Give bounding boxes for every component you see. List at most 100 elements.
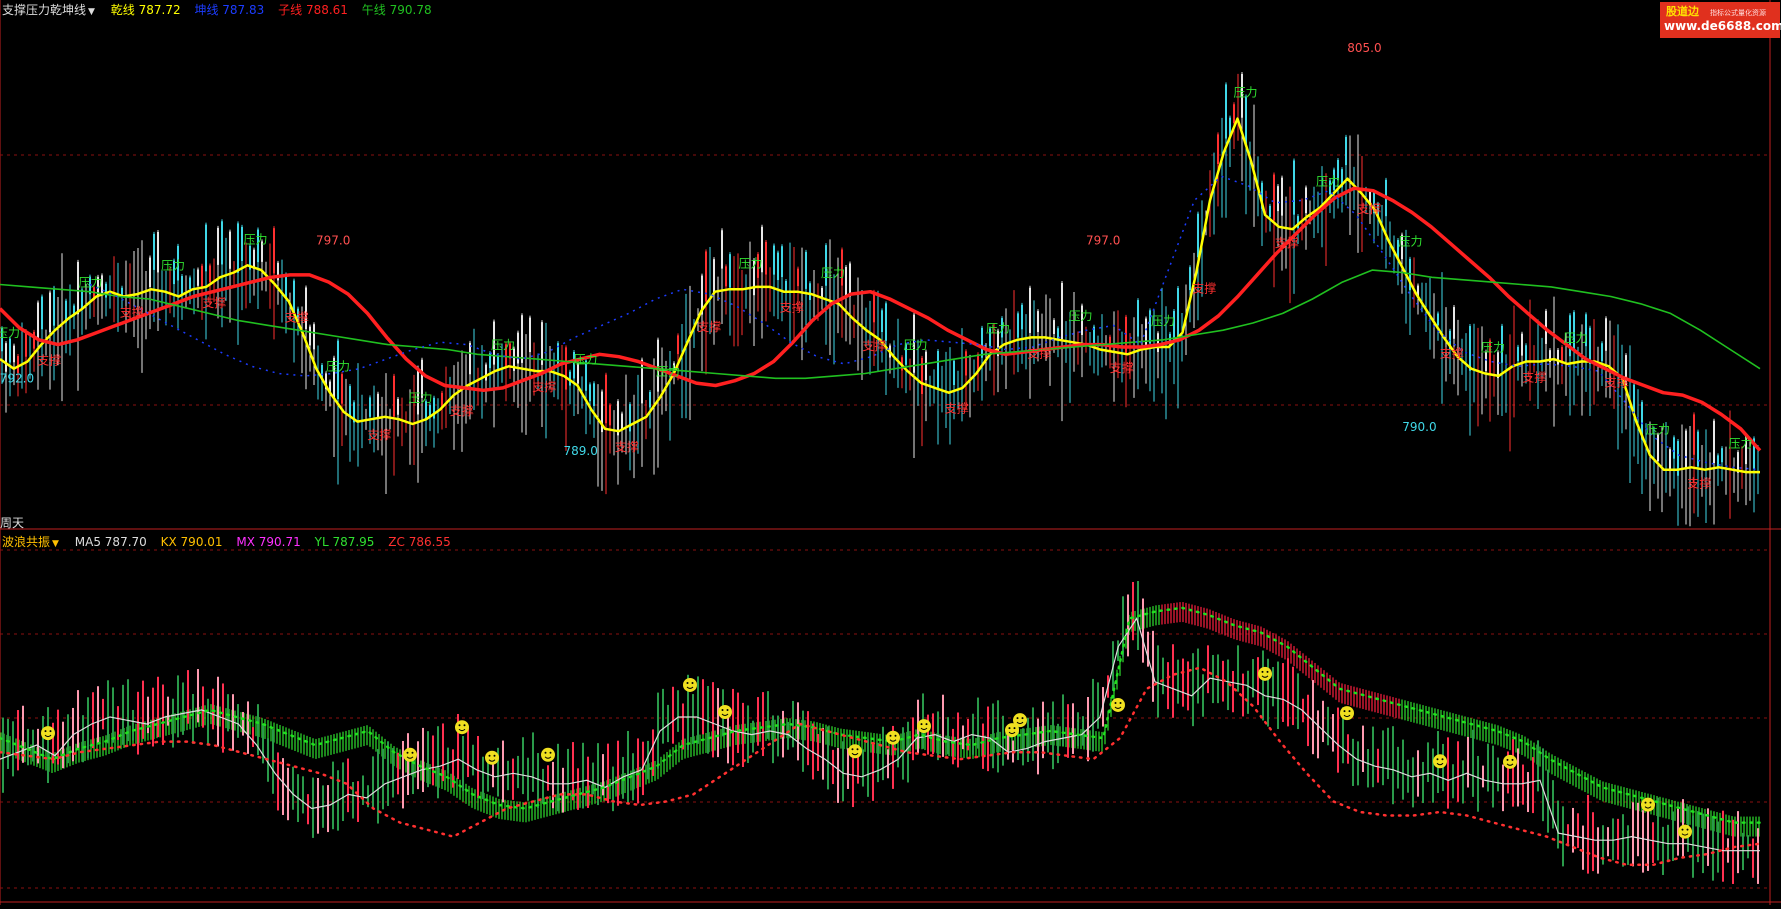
price-bar-body <box>1177 288 1179 337</box>
pressure-label: 压力 <box>161 259 185 273</box>
price-bar-body <box>809 283 811 301</box>
histogram-bar <box>212 688 214 730</box>
upper-indicator-name[interactable]: 支撑压力乾坤线 <box>2 3 86 17</box>
histogram-bar <box>1022 728 1024 766</box>
histogram-bar <box>467 728 469 778</box>
histogram-bar <box>1257 657 1259 706</box>
pressure-label: 压力 <box>1646 422 1670 436</box>
histogram-bar <box>1132 581 1134 641</box>
lower-indicator-name[interactable]: 波浪共振 <box>2 535 50 549</box>
histogram-bar <box>1637 802 1639 857</box>
histogram-bar <box>1037 718 1039 775</box>
high-price-label: 797.0 <box>1086 233 1120 247</box>
price-bar-body <box>429 404 431 417</box>
support-label: 支撑 <box>1192 281 1216 296</box>
chevron-down-icon[interactable]: ▼ <box>88 7 95 17</box>
histogram-bar <box>382 748 384 810</box>
histogram-bar <box>872 742 874 801</box>
smiley-face-icon <box>1503 754 1517 769</box>
histogram-bar <box>1232 670 1234 713</box>
histogram-bar <box>1002 715 1004 766</box>
pressure-label: 压力 <box>79 276 103 290</box>
histogram-bar <box>397 752 399 795</box>
histogram-bar <box>947 717 949 755</box>
histogram-bar <box>1312 680 1314 755</box>
price-bar-body <box>1561 347 1563 363</box>
smiley-eye <box>1008 727 1011 730</box>
histogram-bar <box>572 742 574 801</box>
smiley-face-icon <box>485 750 499 765</box>
smiley-face <box>485 750 499 765</box>
histogram-bar <box>1582 825 1584 870</box>
histogram-bar <box>677 690 679 732</box>
smiley-face <box>1641 797 1655 812</box>
price-bar-body <box>541 322 543 365</box>
price-bar-body <box>5 343 7 372</box>
histogram-bar <box>1672 811 1674 861</box>
histogram-bar <box>842 741 844 802</box>
smiley-eye <box>488 754 491 757</box>
smiley-eye <box>1511 758 1514 761</box>
histogram-bar <box>882 726 884 781</box>
price-bar-body <box>469 342 471 375</box>
histogram-bar <box>1347 734 1349 764</box>
histogram-bar <box>207 698 209 746</box>
price-bar-body <box>209 265 211 283</box>
price-bar-body <box>1017 313 1019 338</box>
histogram-bar <box>862 749 864 787</box>
histogram-bar <box>877 742 879 783</box>
histogram-bar <box>1527 772 1529 813</box>
price-bar-body <box>1293 160 1295 215</box>
histogram-bar <box>1397 746 1399 789</box>
price-bar-body <box>777 252 779 281</box>
histogram-bar <box>717 688 719 758</box>
histogram-bar <box>92 692 94 749</box>
histogram-bar <box>1522 764 1524 805</box>
histogram-bar <box>2 717 4 793</box>
chevron-down-icon[interactable]: ▼ <box>52 539 59 549</box>
smiley-face-icon <box>1641 797 1655 812</box>
histogram-bar <box>1297 673 1299 730</box>
price-bar-body <box>201 265 203 289</box>
price-bar-body <box>1269 205 1271 217</box>
price-bar-body <box>349 386 351 418</box>
price-bar-body <box>105 283 107 298</box>
chart-canvas[interactable]: 压力支撑压力支撑压力支撑压力支撑压力支撑压力支撑压力支撑压力支撑压力支撑压力支撑… <box>0 0 1781 905</box>
support-label: 支撑 <box>285 309 309 324</box>
histogram-bar <box>1162 657 1164 695</box>
histogram-bar <box>1422 761 1424 804</box>
histogram-bar <box>172 698 174 748</box>
smiley-face-icon <box>1013 713 1027 728</box>
histogram-bar <box>1652 822 1654 863</box>
support-label: 支撑 <box>862 338 886 353</box>
histogram-bar <box>1027 717 1029 763</box>
pressure-label: 压力 <box>491 338 515 352</box>
price-bar-body <box>641 359 643 404</box>
support-label: 支撑 <box>202 295 226 310</box>
period-label: 周天 <box>0 516 25 530</box>
stock-chart[interactable]: 压力 支撑 压力 支撑 压力 支撑 压力 支撑 压力 支撑 压力 支撑 压力 支撑 压力 支撑 压力 支撑 压力 支撑… <box>0 0 1781 905</box>
histogram-bar <box>1627 825 1629 865</box>
smiley-face-icon <box>455 720 469 735</box>
histogram-bar <box>987 706 989 772</box>
histogram-bar <box>1042 701 1044 759</box>
histogram-bar <box>942 694 944 757</box>
histogram-bar <box>527 757 529 801</box>
histogram-bar <box>1632 802 1634 867</box>
histogram-bar <box>1572 807 1574 853</box>
support-label: 支撑 <box>1110 360 1134 375</box>
smiley-eye <box>411 751 414 754</box>
histogram-bar <box>1252 659 1254 698</box>
histogram-bar <box>507 760 509 791</box>
price-bar-body <box>1137 300 1139 337</box>
histogram-bar <box>1497 757 1499 792</box>
histogram-bar <box>12 721 14 777</box>
histogram-bar <box>1517 748 1519 807</box>
histogram-bar <box>797 702 799 761</box>
histogram-bar <box>1707 808 1709 866</box>
histogram-bar <box>1292 666 1294 726</box>
pressure-label: 压力 <box>986 321 1010 335</box>
histogram-bar <box>182 682 184 735</box>
histogram-bar <box>692 694 694 745</box>
histogram-bar <box>1462 760 1464 804</box>
